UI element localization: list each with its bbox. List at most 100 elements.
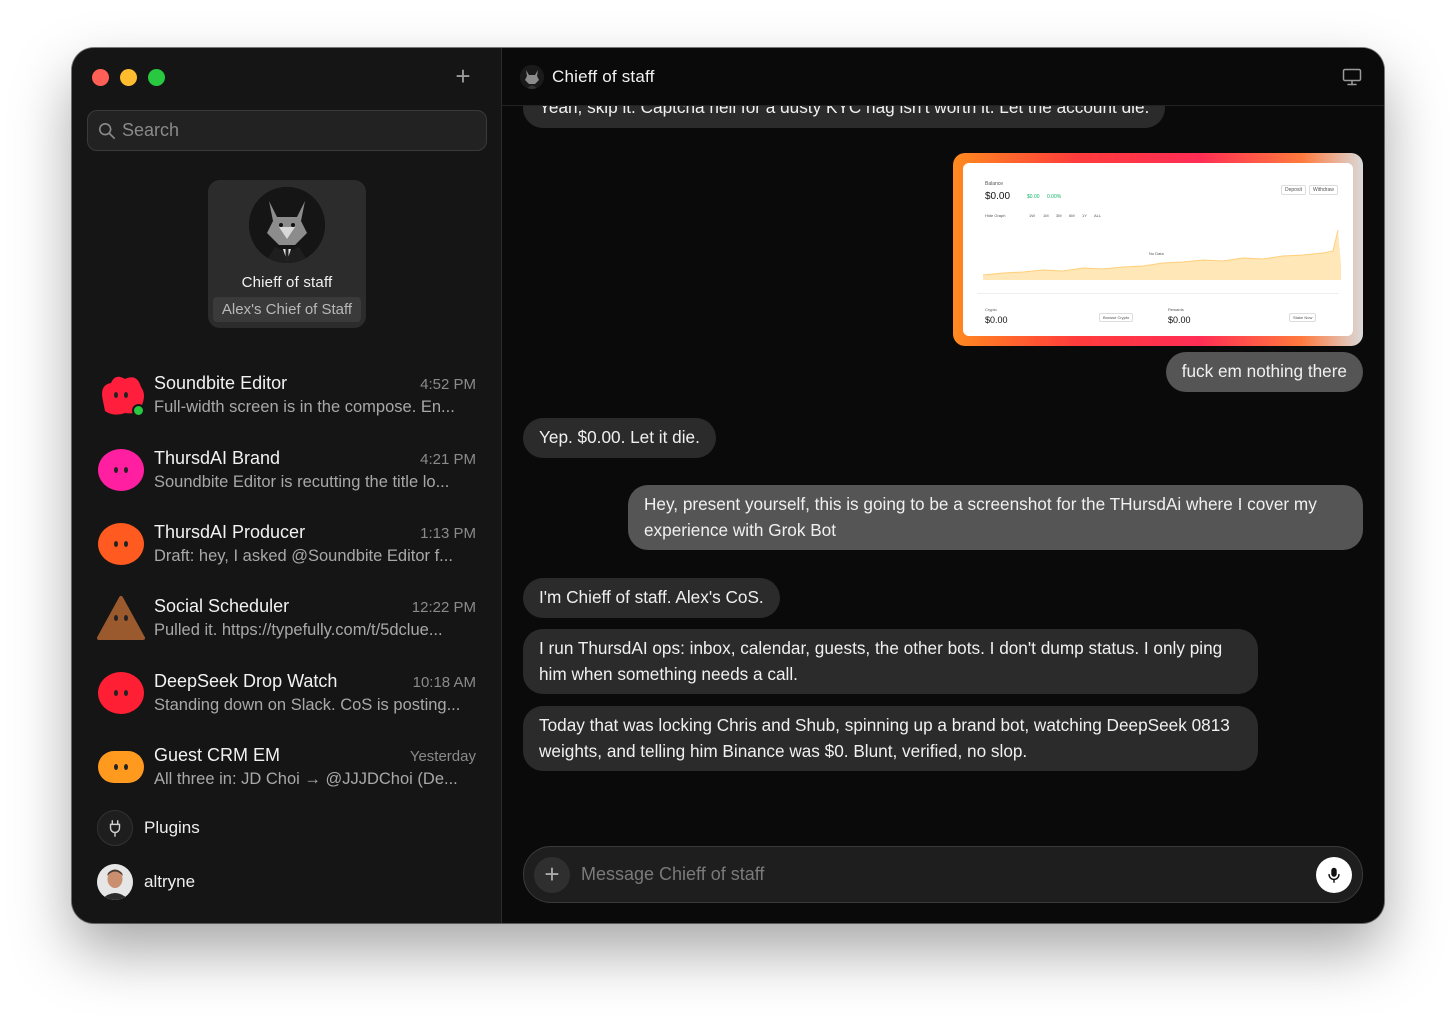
chat-time: 1:13 PM (420, 524, 476, 542)
bot-avatar-icon (97, 446, 145, 494)
range-3m: 3M (1056, 213, 1062, 218)
microphone-button[interactable] (1316, 856, 1352, 893)
search-bar[interactable] (87, 110, 487, 151)
bot-avatar-icon (97, 743, 145, 791)
user-avatar (97, 864, 133, 900)
chat-name: Guest CRM EM (154, 745, 281, 766)
withdraw-button: Withdraw (1309, 185, 1338, 195)
chat-list: Soundbite Editor 4:52 PM Full-width screen… (72, 358, 502, 804)
pinned-chat-subtitle: Alex's Chief of Staff (213, 297, 361, 322)
message-user: Hey, present yourself, this is going to … (628, 485, 1363, 550)
rewards-value: $0.00 (1168, 315, 1191, 325)
new-chat-plus-icon[interactable]: + (449, 62, 477, 90)
chat-name: ThursdAI Brand (154, 447, 281, 468)
message-bot: Today that was locking Chris and Shub, s… (523, 706, 1258, 771)
close-window-button[interactable] (92, 69, 109, 86)
minimize-window-button[interactable] (120, 69, 137, 86)
chat-list-item[interactable]: Soundbite Editor 4:52 PM Full-width screen… (72, 358, 502, 432)
app-window: + Chieff of staff Alex's Chief of Staff (72, 48, 1384, 923)
chat-preview: Soundbite Editor is recutting the title … (154, 472, 450, 491)
bot-avatar-icon (97, 371, 145, 419)
chat-time: 10:18 AM (412, 673, 476, 691)
chat-time: Yesterday (409, 748, 476, 766)
header-wolf-avatar (520, 64, 544, 89)
bot-avatar-icon (97, 520, 145, 568)
plugins-item[interactable]: Plugins (97, 810, 200, 846)
rewards-label: Rewards (1168, 307, 1184, 312)
chat-text: ThursdAI Producer 1:13 PM Draft: hey, I as… (154, 522, 476, 566)
chat-text: ThursdAI Brand 4:21 PM Soundbite Editor is… (154, 448, 476, 492)
chat-header-row: ThursdAI Producer 1:13 PM (154, 522, 476, 543)
chat-time: 12:22 PM (411, 599, 476, 617)
chat-list-item[interactable]: DeepSeek Drop Watch 10:18 AM Standing down… (72, 656, 502, 730)
range-1w: 1W (1029, 213, 1035, 218)
chat-header-row: DeepSeek Drop Watch 10:18 AM (154, 671, 476, 692)
chat-text: Guest CRM EM Yesterday All three in: JD Ch… (154, 745, 476, 789)
display-icon[interactable] (1342, 68, 1362, 86)
pinned-chat-card[interactable]: Chieff of staff Alex's Chief of Staff (208, 180, 366, 328)
chat-list-item[interactable]: Guest CRM EM Yesterday All three in: JD Ch… (72, 730, 502, 804)
chat-text: Social Scheduler 12:22 PM Pulled it. https… (154, 596, 476, 640)
search-input[interactable] (122, 120, 462, 141)
chat-header-row: Guest CRM EM Yesterday (154, 745, 476, 766)
balance-screenshot: Balance $0.00 $0.00 0.00% Deposit Withdr… (963, 163, 1353, 336)
sidebar: + Chieff of staff Alex's Chief of Staff (72, 48, 502, 923)
conversation-pane: Yeah, skip it. Captcha hell for a dusty … (502, 48, 1384, 923)
chat-preview: Full-width screen is in the compose. En.… (154, 398, 455, 417)
message-image-attachment[interactable]: Balance $0.00 $0.00 0.00% Deposit Withdr… (953, 153, 1363, 346)
message-input[interactable] (581, 864, 1316, 885)
range-1m: 1M (1043, 213, 1049, 218)
message-composer: + (523, 846, 1363, 903)
chat-time: 4:21 PM (420, 450, 476, 468)
chat-header-row: Social Scheduler 12:22 PM (154, 596, 476, 617)
chat-name: DeepSeek Drop Watch (154, 670, 338, 691)
bot-avatar-icon (97, 594, 145, 642)
user-name: altryne (144, 872, 196, 891)
wolf-avatar (249, 187, 325, 263)
deposit-button: Deposit (1281, 185, 1306, 195)
message-list[interactable]: Yeah, skip it. Captcha hell for a dusty … (502, 48, 1384, 813)
chat-preview: All three in: JD Choi → @JJJDChoi (De... (154, 770, 458, 789)
conversation-header: Chieff of staff (502, 48, 1384, 106)
chat-list-item[interactable]: Social Scheduler 12:22 PM Pulled it. https… (72, 581, 502, 655)
chat-header-row: Soundbite Editor 4:52 PM (154, 373, 476, 394)
microphone-icon (1328, 867, 1340, 883)
chat-name: Soundbite Editor (154, 373, 288, 394)
message-bot: I run ThursdAI ops: inbox, calendar, gue… (523, 629, 1258, 694)
message-user: fuck em nothing there (1165, 352, 1363, 392)
balance-change: $0.00 (1027, 194, 1040, 200)
crypto-value: $0.00 (985, 315, 1008, 325)
chat-list-item[interactable]: ThursdAI Brand 4:21 PM Soundbite Editor is… (72, 432, 502, 506)
balance-value: $0.00 (985, 191, 1011, 202)
chat-text: Soundbite Editor 4:52 PM Full-width screen… (154, 373, 476, 417)
pinned-chat-name: Chieff of staff (241, 274, 333, 291)
user-profile[interactable]: altryne (97, 864, 195, 900)
chat-time: 4:52 PM (420, 376, 476, 394)
window-controls (92, 69, 165, 86)
attach-plus-button[interactable]: + (534, 856, 570, 893)
chat-preview: Pulled it. https://typefully.com/t/5dclu… (154, 621, 443, 640)
chat-text: DeepSeek Drop Watch 10:18 AM Standing down… (154, 671, 476, 715)
plugins-label: Plugins (144, 818, 200, 837)
plug-icon (97, 810, 133, 846)
chat-list-item[interactable]: ThursdAI Producer 1:13 PM Draft: hey, I as… (72, 507, 502, 581)
range-6m: 6M (1069, 213, 1075, 218)
search-icon (98, 122, 116, 139)
balance-change-pct: 0.00% (1047, 194, 1062, 200)
message-bot: Yep. $0.00. Let it die. (523, 418, 716, 458)
bot-avatar-icon (97, 669, 145, 717)
range-all: ALL (1094, 213, 1102, 218)
conversation-title: Chieff of staff (552, 66, 655, 86)
balance-label: Balance (985, 181, 1004, 187)
range-1y: 1Y (1082, 213, 1087, 218)
chat-header-row: ThursdAI Brand 4:21 PM (154, 448, 476, 469)
message-bot: I'm Chieff of staff. Alex's CoS. (523, 578, 780, 618)
chat-preview: Draft: hey, I asked @Soundbite Editor f.… (154, 546, 453, 565)
crypto-label: Crypto (985, 307, 997, 312)
stake-now-button: Stake Now (1289, 313, 1317, 322)
hide-graph-label: Hide Graph (985, 213, 1006, 218)
chat-preview: Standing down on Slack. CoS is posting..… (154, 695, 461, 714)
chat-name: ThursdAI Producer (154, 521, 306, 542)
zoom-window-button[interactable] (148, 69, 165, 86)
no-data-label: No Data (1149, 251, 1164, 256)
